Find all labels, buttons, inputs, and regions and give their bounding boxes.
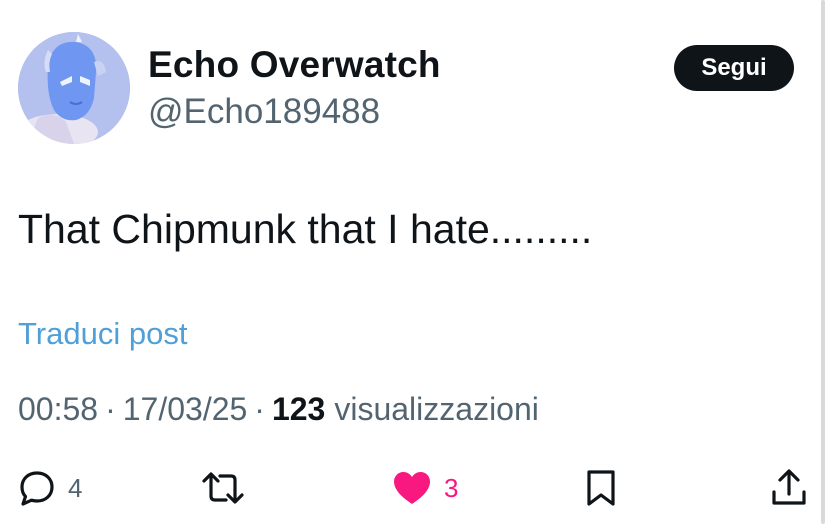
scrollbar[interactable] <box>821 0 825 524</box>
author-handle[interactable]: @Echo189488 <box>148 92 380 132</box>
meta-separator: · <box>105 391 116 427</box>
reply-button[interactable]: 4 <box>18 466 82 510</box>
repost-button[interactable] <box>200 466 246 510</box>
reply-count: 4 <box>68 472 83 503</box>
post-time[interactable]: 00:58 <box>18 391 98 428</box>
author-display-name[interactable]: Echo Overwatch <box>148 44 441 86</box>
avatar-image <box>18 32 130 144</box>
heart-icon <box>394 472 430 504</box>
views-label: visualizzazioni <box>334 391 539 427</box>
post-date[interactable]: 17/03/25 <box>123 391 248 428</box>
repost-icon <box>202 472 244 504</box>
share-button[interactable] <box>770 466 808 510</box>
follow-button[interactable]: Segui <box>674 45 794 91</box>
like-count: 3 <box>444 472 459 503</box>
post-text: That Chipmunk that I hate......... <box>18 206 593 252</box>
bookmark-icon <box>587 470 615 506</box>
translate-post-link[interactable]: Traduci post <box>18 316 187 352</box>
share-icon <box>772 469 806 505</box>
like-button[interactable]: 3 <box>392 466 458 510</box>
reply-icon <box>20 471 54 506</box>
views-count: 123 <box>271 391 326 427</box>
avatar[interactable] <box>18 32 130 144</box>
bookmark-button[interactable] <box>584 466 618 510</box>
post-meta: 00:58 · 17/03/25 · 123 visualizzazioni <box>18 391 539 428</box>
post-detail-view: Echo Overwatch @Echo189488 Segui That Ch… <box>0 0 827 524</box>
meta-separator: · <box>254 391 265 427</box>
